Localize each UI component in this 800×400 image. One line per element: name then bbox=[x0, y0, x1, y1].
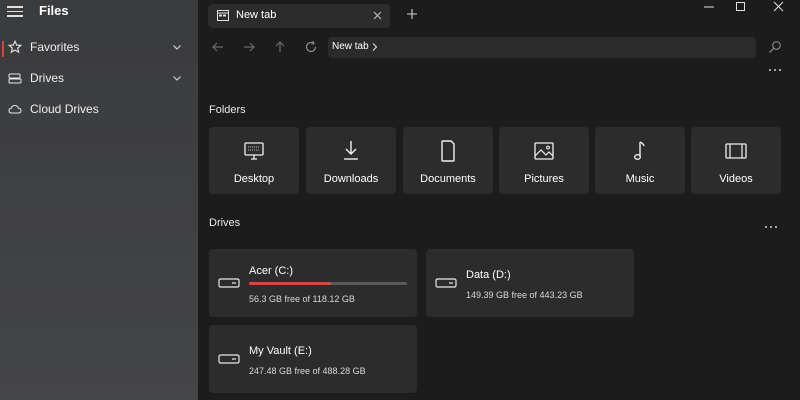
folder-card-downloads[interactable]: Downloads bbox=[306, 127, 396, 194]
more-options-icon[interactable] bbox=[764, 223, 778, 231]
folder-card-documents[interactable]: Documents bbox=[403, 127, 493, 194]
sidebar-item-drives[interactable]: Drives bbox=[0, 66, 198, 92]
sidebar-header: Files bbox=[0, 0, 198, 24]
back-arrow-icon[interactable] bbox=[210, 39, 226, 55]
close-window-icon[interactable] bbox=[764, 0, 794, 14]
folder-label: Music bbox=[625, 173, 655, 185]
drive-name: Data (D:) bbox=[466, 269, 511, 281]
drive-card-d[interactable]: Data (D:) 149.39 GB free of 443.23 GB bbox=[426, 249, 634, 317]
drive-name: My Vault (E:) bbox=[249, 345, 312, 357]
active-indicator bbox=[2, 41, 4, 57]
star-icon bbox=[8, 40, 22, 54]
hard-drive-icon bbox=[218, 354, 240, 364]
folder-card-desktop[interactable]: Desktop bbox=[209, 127, 299, 194]
chevron-down-icon[interactable] bbox=[171, 41, 183, 53]
chevron-down-icon[interactable] bbox=[171, 72, 183, 84]
drive-usage-bar bbox=[249, 282, 407, 285]
up-arrow-icon[interactable] bbox=[272, 39, 288, 55]
sidebar-item-label: Cloud Drives bbox=[30, 102, 99, 116]
drive-name: Acer (C:) bbox=[249, 265, 293, 277]
drive-icon bbox=[8, 73, 22, 84]
sidebar: Files Favorites Drives Cloud Drives bbox=[0, 0, 198, 400]
music-icon bbox=[633, 141, 645, 160]
drive-card-c[interactable]: Acer (C:) 56.3 GB free of 118.12 GB bbox=[209, 249, 417, 317]
drive-free-space: 149.39 GB free of 443.23 GB bbox=[466, 290, 583, 300]
tab-label: New tab bbox=[236, 9, 277, 21]
sidebar-item-cloud-drives[interactable]: Cloud Drives bbox=[0, 97, 198, 123]
drive-card-e[interactable]: My Vault (E:) 247.48 GB free of 488.28 G… bbox=[209, 325, 417, 393]
folder-label: Documents bbox=[420, 173, 476, 185]
tab-page-icon bbox=[217, 10, 229, 21]
forward-arrow-icon[interactable] bbox=[241, 39, 257, 55]
document-icon bbox=[441, 140, 455, 162]
hard-drive-icon bbox=[435, 278, 457, 288]
folders-section-title: Folders bbox=[209, 104, 246, 116]
folder-label: Pictures bbox=[524, 173, 564, 185]
folder-label: Videos bbox=[719, 173, 753, 185]
folder-label: Desktop bbox=[233, 173, 275, 185]
folder-label: Downloads bbox=[323, 173, 379, 185]
drive-free-space: 56.3 GB free of 118.12 GB bbox=[249, 294, 355, 304]
sidebar-item-label: Drives bbox=[30, 71, 65, 85]
hamburger-menu-icon[interactable] bbox=[7, 6, 23, 18]
drives-section-title: Drives bbox=[209, 217, 241, 229]
add-tab-icon[interactable] bbox=[406, 8, 418, 20]
more-options-icon[interactable] bbox=[768, 66, 782, 74]
sidebar-item-favorites[interactable]: Favorites bbox=[0, 35, 198, 61]
folder-card-music[interactable]: Music bbox=[595, 127, 685, 194]
app-title: Files bbox=[39, 3, 69, 18]
drive-usage-fill bbox=[249, 282, 332, 285]
address-bar[interactable]: New tab bbox=[328, 37, 756, 58]
video-icon bbox=[725, 143, 747, 159]
chevron-right-icon[interactable] bbox=[371, 42, 379, 52]
desktop-icon bbox=[244, 142, 264, 160]
maximize-icon[interactable] bbox=[726, 0, 756, 14]
hard-drive-icon bbox=[218, 278, 240, 288]
search-icon[interactable] bbox=[768, 40, 782, 54]
sidebar-item-label: Favorites bbox=[30, 40, 80, 54]
cloud-icon bbox=[8, 104, 22, 114]
picture-icon bbox=[534, 142, 554, 160]
minimize-icon[interactable] bbox=[694, 0, 724, 14]
download-icon bbox=[344, 141, 358, 160]
main-pane: New tab New tab Folders Desktop Download… bbox=[198, 0, 800, 400]
folder-card-pictures[interactable]: Pictures bbox=[499, 127, 589, 194]
refresh-icon[interactable] bbox=[303, 39, 319, 55]
tab-new-tab[interactable]: New tab bbox=[208, 4, 390, 28]
breadcrumb[interactable]: New tab bbox=[332, 41, 369, 52]
drive-free-space: 247.48 GB free of 488.28 GB bbox=[249, 366, 366, 376]
folder-card-videos[interactable]: Videos bbox=[691, 127, 781, 194]
close-icon[interactable] bbox=[372, 10, 383, 21]
